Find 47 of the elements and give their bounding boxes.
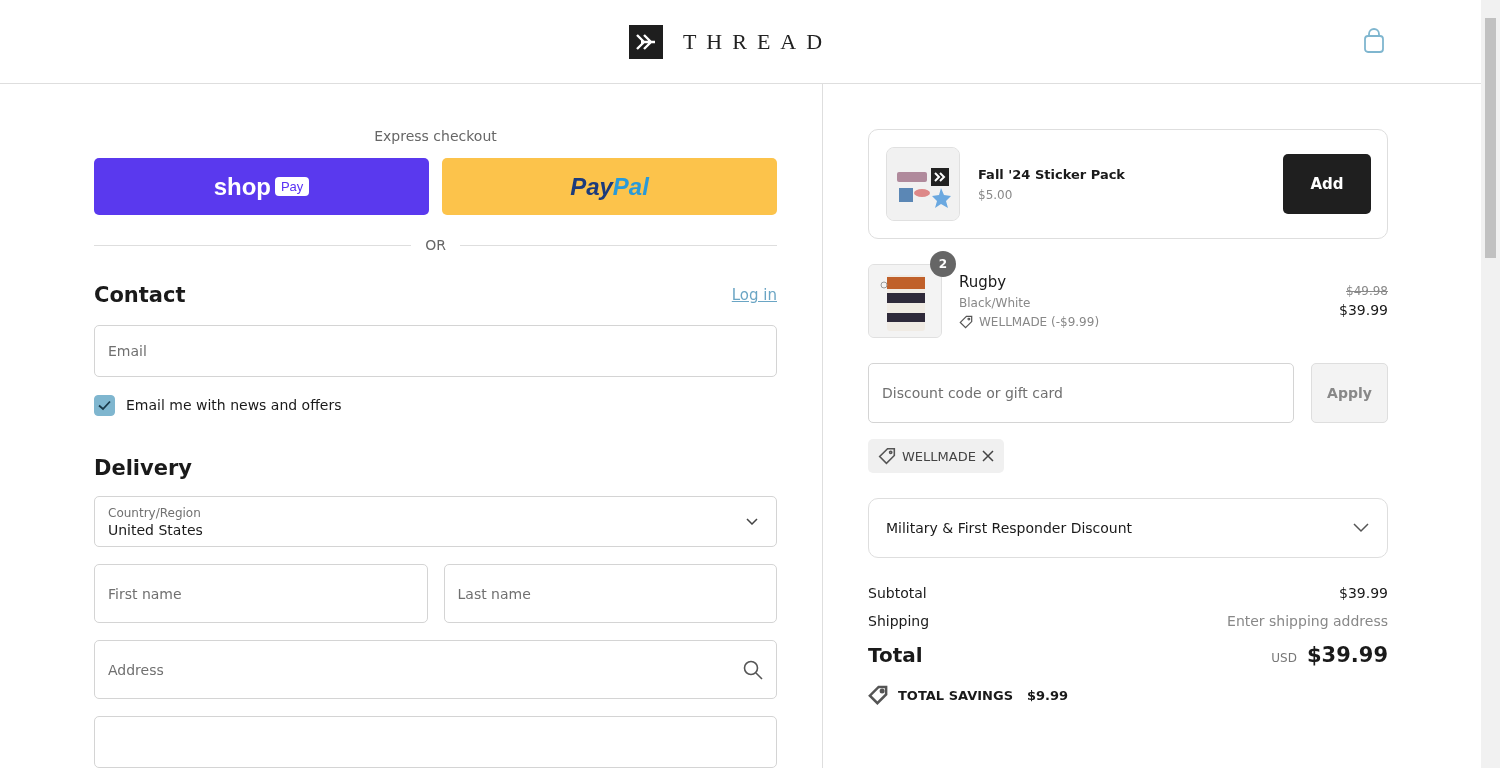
chevron-down-icon: [746, 518, 758, 525]
total-price: $39.99: [1306, 643, 1388, 667]
contact-heading: Contact: [94, 283, 186, 307]
product-name: Fall '24 Sticker Pack: [978, 166, 1126, 182]
newsletter-label: Email me with news and offers: [126, 397, 342, 414]
savings-value: $9.99: [1027, 687, 1069, 703]
brand-name: THREAD: [682, 28, 833, 55]
tag-icon: [878, 447, 896, 465]
summary-value: Enter shipping address: [1227, 613, 1388, 629]
shopping-bag-icon[interactable]: [1363, 28, 1385, 54]
summary-label: Subtotal: [868, 585, 927, 601]
tag-icon: [868, 685, 888, 705]
address-field[interactable]: [94, 716, 777, 768]
discount-text: WELLMADE (-$9.99): [979, 315, 1100, 329]
discount-code: WELLMADE: [902, 448, 976, 464]
express-checkout-title: Express checkout: [373, 128, 498, 144]
close-icon[interactable]: [981, 450, 994, 462]
currency-code: USD: [1271, 651, 1297, 665]
military-discount-dropdown[interactable]: Military & First Responder Discount: [868, 498, 1388, 558]
check-icon: [98, 399, 111, 411]
product-name: Rugby: [959, 273, 1008, 291]
last-name-field[interactable]: Last name: [443, 564, 777, 624]
first-name-field[interactable]: First name: [94, 564, 428, 624]
summary-value: $39.99: [1339, 585, 1388, 601]
summary-label: Shipping: [868, 613, 930, 629]
savings-label: TOTAL SAVINGS: [898, 687, 1013, 703]
logo-icon: [628, 24, 663, 59]
email-field[interactable]: Email: [94, 325, 777, 377]
add-button[interactable]: Add: [1283, 154, 1371, 214]
search-icon: [743, 660, 763, 681]
or-divider-text: OR: [425, 237, 446, 253]
tag-icon: [959, 315, 973, 329]
delivery-heading: Delivery: [94, 455, 193, 480]
address-field[interactable]: Address: [94, 640, 777, 700]
checkbox[interactable]: [94, 394, 115, 416]
quantity-badge: 2: [930, 251, 956, 277]
paypal-button[interactable]: PayPal: [442, 158, 777, 215]
product-price: $5.00: [978, 187, 1014, 202]
original-price: $49.98: [1345, 284, 1388, 298]
chevron-down-icon: [1353, 523, 1369, 533]
country-select[interactable]: Country/Region United States: [94, 495, 777, 548]
shop-pay-button[interactable]: shop Pay: [94, 158, 429, 215]
discount-code-field[interactable]: Discount code or gift card: [868, 363, 1294, 423]
total-label: Total: [868, 643, 923, 667]
scrollbar[interactable]: [1481, 0, 1500, 768]
product-variant: Black/White: [959, 296, 1032, 310]
product-price: $39.99: [1339, 302, 1388, 318]
